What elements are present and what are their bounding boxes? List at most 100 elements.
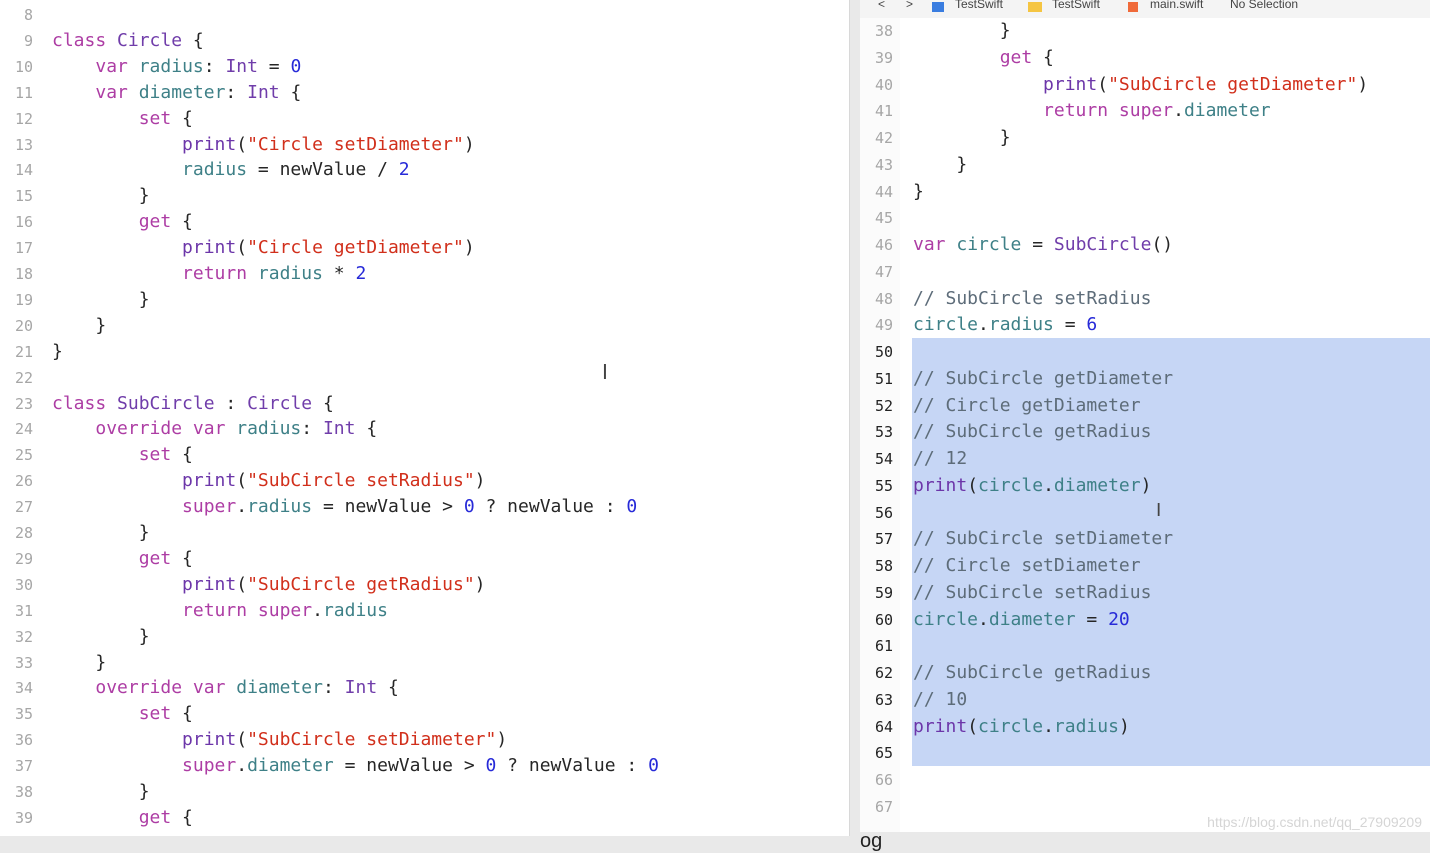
code-line[interactable]: 21}: [0, 339, 849, 365]
code-text: get {: [138, 806, 193, 828]
line-number: 12: [14, 109, 33, 128]
code-line[interactable]: 60 circle.diameter = 20: [860, 607, 1430, 633]
code-line[interactable]: 41 return super.diameter: [860, 98, 1430, 124]
code-line[interactable]: 13 print("Circle setDiameter"): [0, 132, 849, 158]
code-line[interactable]: 36 print("SubCircle setDiameter"): [0, 727, 849, 753]
code-line[interactable]: 8: [0, 2, 849, 28]
code-line[interactable]: 35 set {: [0, 701, 849, 727]
code-line[interactable]: 64 print(circle.radius): [860, 714, 1430, 740]
code-line[interactable]: 54 // 12: [860, 446, 1430, 472]
bottom-partial-text: og: [860, 830, 883, 852]
code-text: }: [52, 288, 150, 310]
code-text: print("Circle getDiameter"): [182, 237, 475, 259]
code-text: }: [913, 20, 1011, 41]
code-line[interactable]: 9 class Circle {: [0, 28, 849, 54]
code-text: set {: [138, 703, 193, 725]
code-line[interactable]: 15 }: [0, 183, 849, 209]
line-number: 46: [874, 236, 893, 254]
breadcrumb-project[interactable]: TestSwift: [955, 0, 1003, 11]
code-line[interactable]: 38 }: [860, 18, 1430, 44]
code-line[interactable]: 28 }: [0, 520, 849, 546]
code-line[interactable]: 52 // Circle getDiameter: [860, 393, 1430, 419]
line-number: 67: [874, 797, 893, 816]
code-text: get {: [999, 46, 1054, 68]
code-line[interactable]: 47: [860, 259, 1430, 285]
code-line[interactable]: 19 }: [0, 287, 849, 313]
code-line[interactable]: 23 class SubCircle : Circle {: [0, 391, 849, 417]
code-line[interactable]: 56: [860, 500, 1430, 526]
code-line[interactable]: 40 print("SubCircle getDiameter"): [860, 72, 1430, 98]
code-line[interactable]: 31 return super.radius: [0, 598, 849, 624]
code-line[interactable]: 18 return radius * 2: [0, 261, 849, 287]
code-text: return radius * 2: [182, 263, 367, 284]
code-line[interactable]: 62 // SubCircle getRadius: [860, 660, 1430, 686]
code-line[interactable]: 65: [860, 740, 1430, 766]
breadcrumb-selection[interactable]: No Selection: [1230, 0, 1298, 11]
line-number: 56: [874, 503, 893, 522]
code-line[interactable]: 25 set {: [0, 442, 849, 468]
code-text: radius = newValue / 2: [182, 159, 410, 181]
code-line[interactable]: 11 var diameter: Int {: [0, 80, 849, 106]
swift-file-icon: [1128, 2, 1138, 12]
code-line[interactable]: 49 circle.radius = 6: [860, 312, 1430, 338]
code-line[interactable]: 55 print(circle.diameter): [860, 473, 1430, 499]
code-line[interactable]: 17 print("Circle getDiameter"): [0, 235, 849, 261]
code-line[interactable]: 42 }: [860, 125, 1430, 151]
code-line[interactable]: 61: [860, 633, 1430, 659]
line-number: 63: [874, 690, 893, 709]
code-line[interactable]: 51 // SubCircle getDiameter: [860, 366, 1430, 392]
code-line[interactable]: 63 // 10: [860, 687, 1430, 713]
breadcrumb-folder[interactable]: TestSwift: [1052, 0, 1100, 11]
code-text: print("Circle setDiameter"): [182, 133, 475, 155]
code-line[interactable]: 38 }: [0, 779, 849, 805]
breadcrumb-file[interactable]: main.swift: [1150, 0, 1203, 11]
code-line[interactable]: 66: [860, 767, 1430, 793]
code-text: }: [52, 522, 150, 543]
code-line[interactable]: 14 radius = newValue / 2: [0, 157, 849, 183]
code-line[interactable]: 27 super.radius = newValue > 0 ? newValu…: [0, 494, 849, 520]
code-line[interactable]: 59 // SubCircle setRadius: [860, 580, 1430, 606]
line-number: 60: [874, 610, 893, 629]
line-number: 21: [14, 342, 33, 361]
code-line[interactable]: 29 get {: [0, 546, 849, 572]
code-line[interactable]: 16 get {: [0, 209, 849, 235]
code-line[interactable]: 20 }: [0, 313, 849, 339]
code-line[interactable]: 30 print("SubCircle getRadius"): [0, 572, 849, 598]
code-text: // SubCircle setRadius: [913, 581, 1152, 603]
left-code-editor[interactable]: 8 9 class Circle {10 var radius: Int = 0 11…: [0, 0, 850, 836]
code-line[interactable]: 26 print("SubCircle setRadius"): [0, 468, 849, 494]
nav-forward-button[interactable]: >: [906, 0, 913, 11]
code-line[interactable]: 32 }: [0, 624, 849, 650]
code-line[interactable]: 44}: [860, 179, 1430, 205]
code-line[interactable]: 58 // Circle setDiameter: [860, 553, 1430, 579]
line-number: 33: [14, 653, 33, 672]
line-number: 61: [874, 637, 893, 656]
code-line[interactable]: 24 override var radius: Int {: [0, 416, 849, 442]
code-text: set {: [138, 107, 193, 129]
right-code-editor[interactable]: < > TestSwift TestSwift main.swift No Se…: [860, 0, 1430, 832]
code-line[interactable]: 39 get {: [860, 45, 1430, 71]
code-text: // 12: [913, 448, 968, 469]
code-line[interactable]: 22: [0, 365, 849, 391]
code-text: var circle = SubCircle(): [913, 234, 1174, 255]
code-line[interactable]: 33 }: [0, 650, 849, 676]
code-line[interactable]: 37 super.diameter = newValue > 0 ? newVa…: [0, 753, 849, 779]
code-line[interactable]: 57 // SubCircle setDiameter: [860, 526, 1430, 552]
code-line[interactable]: 34 override var diameter: Int {: [0, 675, 849, 701]
code-line[interactable]: 45: [860, 205, 1430, 231]
line-number: 64: [874, 717, 893, 736]
code-text: set {: [138, 444, 193, 466]
code-line[interactable]: 50: [860, 339, 1430, 365]
code-text: override var radius: Int {: [95, 418, 378, 440]
code-line[interactable]: 48 // SubCircle setRadius: [860, 286, 1430, 312]
line-number: 47: [874, 262, 893, 281]
code-line[interactable]: 39 get {: [0, 805, 849, 831]
code-line[interactable]: 46 var circle = SubCircle(): [860, 232, 1430, 258]
code-line[interactable]: 53 // SubCircle getRadius: [860, 419, 1430, 445]
code-text: return super.radius: [182, 599, 388, 621]
code-line[interactable]: 10 var radius: Int = 0: [0, 54, 849, 80]
code-text: get {: [138, 547, 193, 569]
code-line[interactable]: 12 set {: [0, 106, 849, 132]
code-line[interactable]: 43 }: [860, 152, 1430, 178]
nav-back-button[interactable]: <: [878, 0, 885, 11]
